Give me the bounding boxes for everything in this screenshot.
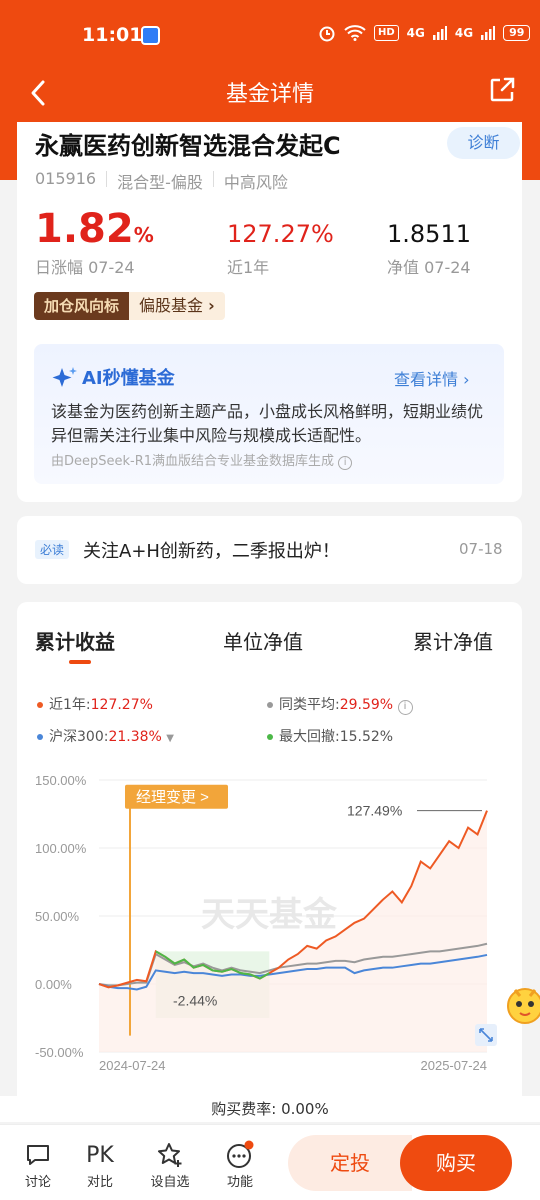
legend-index-label: 沪深300:	[49, 729, 109, 745]
add-watchlist-button[interactable]: 设自选	[145, 1139, 195, 1190]
chart-card: 累计收益 单位净值 累计净值 近1年:127.27% 同类平均:29.59% i…	[17, 602, 522, 1102]
tab-cumulative-return[interactable]: 累计收益	[35, 626, 115, 655]
alarm-icon	[319, 26, 335, 42]
discuss-label: 讨论	[24, 1175, 51, 1190]
network-4g-2: 4G	[454, 26, 474, 40]
news-text: 关注A+H创新药，二季报出炉！	[83, 541, 340, 562]
fund-meta: 015916 混合型-偏股 中高风险	[35, 169, 288, 193]
ai-footer: 由DeepSeek-R1满血版结合专业基金数据库生成 i	[51, 450, 353, 470]
buy-button[interactable]: 购买	[400, 1135, 512, 1191]
hd-badge: HD	[374, 25, 399, 41]
legend-fund-label: 近1年:	[49, 697, 91, 713]
ai-footer-text: 由DeepSeek-R1满血版结合专业基金数据库生成	[51, 454, 335, 469]
wifi-icon	[344, 25, 366, 41]
watch-label: 设自选	[150, 1175, 190, 1190]
y-tick-label: 100.00%	[35, 841, 87, 856]
purchase-fee: 购买费率: 0.00%	[0, 1096, 540, 1122]
legend-drawdown: 最大回撤:15.52%	[267, 726, 393, 746]
divider	[212, 171, 214, 187]
x-tick-label: 2024-07-24	[99, 1058, 166, 1073]
status-bar: 11:01 HD 4G 4G 99	[0, 0, 540, 70]
year-return-label: 近1年	[227, 258, 270, 277]
info-icon[interactable]: i	[338, 456, 353, 470]
nav-label: 净值 07-24	[387, 258, 471, 277]
ai-summary-box[interactable]: AI秒懂基金 查看详情 › 该基金为医药创新主题产品，小盘成长风格鲜明，短期业绩…	[34, 344, 504, 484]
ai-text: 该基金为医药创新主题产品，小盘成长风格鲜明，短期业绩优异但需关注行业集中风险与规…	[51, 402, 484, 445]
legend-index[interactable]: 沪深300:21.38% ▼	[37, 726, 174, 746]
legend-peer-value: 29.59%	[339, 697, 394, 713]
legend-peer: 同类平均:29.59% i	[267, 694, 413, 715]
tab-unit-nav[interactable]: 单位净值	[223, 626, 303, 655]
nav-bar: 基金详情	[0, 70, 540, 112]
legend-drawdown-value: 15.52%	[339, 729, 394, 745]
divider	[106, 171, 108, 187]
legend-peer-label: 同类平均:	[279, 697, 340, 713]
auto-invest-button[interactable]: 定投	[288, 1135, 412, 1191]
diagnose-button[interactable]: 诊断	[447, 127, 520, 159]
pk-icon: PK	[86, 1142, 114, 1168]
trough-label: -2.44%	[173, 992, 217, 1008]
x-tick-label: 2025-07-24	[421, 1058, 488, 1073]
day-change-label: 日涨幅 07-24	[35, 258, 135, 277]
day-change-unit: %	[133, 223, 154, 247]
battery-icon: 99	[503, 25, 531, 41]
ai-detail-link[interactable]: 查看详情 ›	[394, 366, 470, 390]
news-date: 07-18	[459, 540, 503, 558]
sparkle-icon	[52, 367, 77, 387]
fund-summary-card: 永赢医药创新智选混合发起C 诊断 015916 混合型-偏股 中高风险 1.82…	[17, 122, 522, 502]
manager-change-label: 经理变更 >	[136, 789, 209, 806]
mascot-icon[interactable]	[505, 980, 540, 1030]
legend-fund-value: 127.27%	[90, 697, 153, 713]
tab-cumulative-nav[interactable]: 累计净值	[413, 626, 493, 655]
ai-detail-label: 查看详情	[394, 370, 459, 389]
fund-tag[interactable]: 加仓风向标 偏股基金 ›	[34, 292, 225, 320]
day-change-value: 1.82	[35, 206, 134, 252]
tag-light-label: 偏股基金	[139, 296, 204, 315]
compare-button[interactable]: PK 对比	[75, 1139, 125, 1191]
tag-light: 偏股基金 ›	[129, 292, 225, 320]
fund-name: 永赢医药创新智选混合发起C	[35, 132, 341, 160]
tag-dark: 加仓风向标	[34, 292, 130, 320]
status-time: 11:01	[82, 24, 143, 46]
nav-value: 1.8511	[387, 220, 471, 248]
fund-type: 混合型-偏股	[117, 173, 203, 192]
chevron-right-icon: ›	[208, 296, 215, 315]
fund-risk: 中高风险	[223, 173, 288, 192]
compare-label: 对比	[86, 1175, 113, 1190]
caret-down-icon: ▼	[166, 733, 174, 744]
chat-icon	[27, 1145, 49, 1165]
day-change: 1.82%	[35, 206, 154, 252]
y-tick-label: -50.00%	[35, 1045, 84, 1060]
legend-index-value: 21.38%	[108, 729, 162, 745]
bottom-bar: 讨论 PK 对比 设自选 功能 定投 购买	[0, 1124, 540, 1200]
info-icon[interactable]: i	[397, 700, 413, 715]
peak-label: 127.49%	[347, 803, 402, 819]
watermark: 天天基金	[201, 895, 338, 934]
page-title: 基金详情	[225, 82, 314, 107]
ai-title: AI秒懂基金	[82, 368, 175, 389]
y-tick-label: 0.00%	[35, 977, 72, 992]
return-chart[interactable]: 150.00% 100.00% 50.00% 0.00% -50.00% 2024-07-…	[17, 768, 522, 1098]
year-return: 127.27%	[227, 220, 334, 248]
more-icon	[227, 1140, 254, 1168]
tab-indicator	[69, 660, 91, 664]
y-tick-label: 150.00%	[35, 773, 87, 788]
legend-fund: 近1年:127.27%	[37, 694, 153, 714]
network-4g-1: 4G	[406, 26, 425, 40]
signal-icon-2	[481, 26, 496, 40]
signal-icon	[432, 26, 447, 40]
discuss-button[interactable]: 讨论	[13, 1139, 63, 1190]
legend-drawdown-label: 最大回撤:	[279, 729, 340, 745]
func-label: 功能	[226, 1175, 253, 1190]
share-icon[interactable]	[488, 76, 516, 104]
status-icons: HD 4G 4G 99	[318, 24, 531, 42]
y-tick-label: 50.00%	[35, 909, 80, 924]
news-card[interactable]: 必读 关注A+H创新药，二季报出炉！ 07-18	[17, 516, 522, 584]
chevron-right-icon: ›	[463, 370, 470, 389]
news-tag: 必读	[35, 540, 70, 559]
app-notification-icon	[141, 26, 160, 45]
star-plus-icon	[158, 1143, 182, 1167]
fund-code: 015916	[35, 169, 97, 188]
function-button[interactable]: 功能	[215, 1139, 265, 1190]
